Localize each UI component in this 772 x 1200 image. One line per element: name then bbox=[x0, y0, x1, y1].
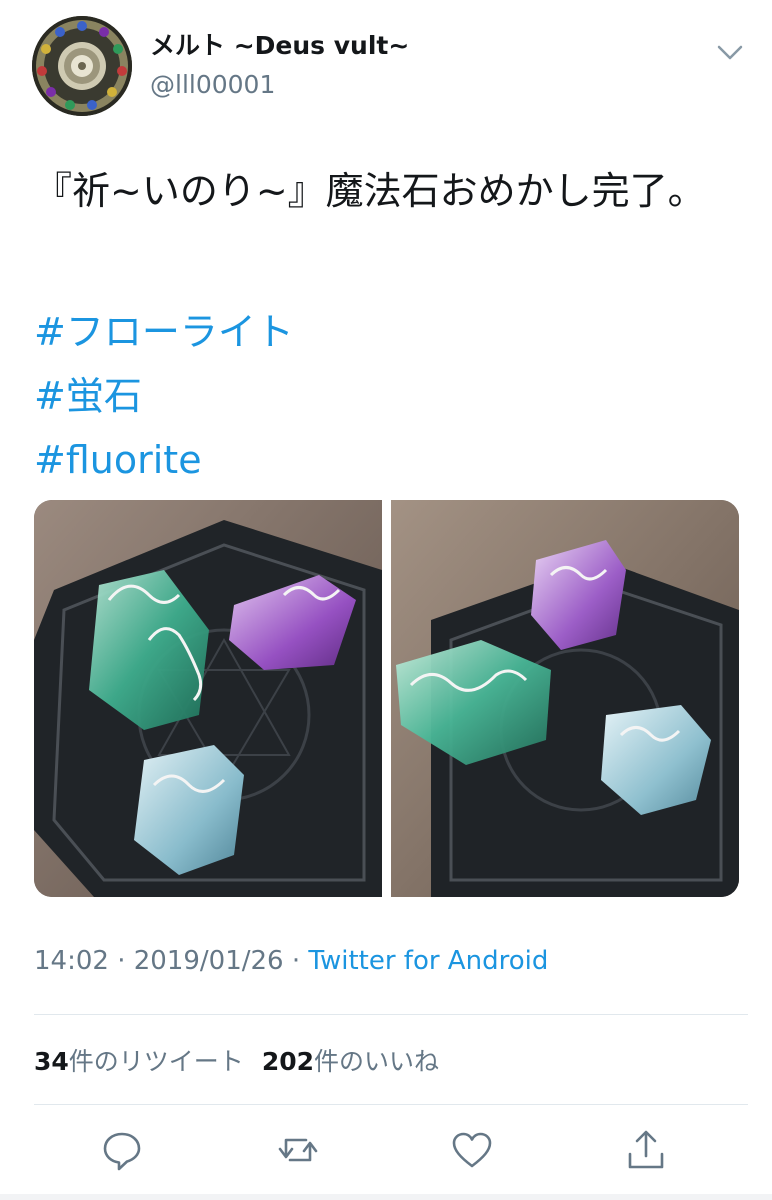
fluorite-crystals-photo-icon bbox=[34, 500, 382, 897]
tweet-date: 2019/01/26 bbox=[133, 946, 284, 976]
tweet-photo[interactable] bbox=[391, 500, 739, 897]
retweet-button[interactable] bbox=[276, 1128, 320, 1172]
retweets-count: 34 bbox=[34, 1047, 69, 1076]
tweet-source-link[interactable]: Twitter for Android bbox=[308, 946, 548, 976]
hashtag-link[interactable]: #fluorite bbox=[34, 428, 294, 492]
like-button[interactable] bbox=[450, 1128, 494, 1172]
author-display-name[interactable]: メルト ~Deus vult~ bbox=[150, 26, 409, 62]
tweet-photo[interactable] bbox=[34, 500, 382, 897]
divider bbox=[34, 1014, 748, 1015]
likes-label: 件のいいね bbox=[314, 1047, 440, 1076]
avatar[interactable] bbox=[32, 16, 132, 116]
retweet-icon bbox=[278, 1138, 318, 1162]
divider bbox=[34, 1104, 748, 1105]
likes-count: 202 bbox=[261, 1047, 314, 1076]
jeweled-medallion-icon bbox=[32, 16, 132, 116]
fluorite-crystals-photo-icon bbox=[391, 500, 739, 897]
tweet-header: メルト ~Deus vult~ @lll00001 bbox=[0, 0, 772, 130]
meta-separator: · bbox=[117, 946, 126, 976]
chevron-down-icon[interactable] bbox=[716, 42, 744, 64]
tweet-time: 14:02 bbox=[34, 946, 109, 976]
author-handle[interactable]: @lll00001 bbox=[150, 70, 275, 99]
bottom-bar bbox=[0, 1194, 772, 1200]
hashtag-list: #フローライト #蛍石 #fluorite bbox=[34, 300, 294, 492]
reply-button[interactable] bbox=[100, 1128, 144, 1172]
hashtag-link[interactable]: #蛍石 bbox=[34, 364, 294, 428]
meta-separator: · bbox=[291, 946, 301, 976]
tweet-text: 『祈~いのり~』魔法石おめかし完了。 bbox=[34, 169, 706, 213]
tweet-stats: 34件のリツイート 202件のいいね bbox=[34, 1042, 439, 1078]
retweets-stat[interactable]: 34件のリツイート bbox=[34, 1047, 244, 1076]
like-icon bbox=[452, 1132, 492, 1168]
retweets-label: 件のリツイート bbox=[68, 1047, 244, 1076]
share-icon bbox=[628, 1130, 664, 1169]
tweet-metadata: 14:02 · 2019/01/26 · Twitter for Android bbox=[34, 946, 548, 976]
likes-stat[interactable]: 202件のいいね bbox=[262, 1047, 439, 1076]
tweet-media bbox=[34, 500, 739, 897]
reply-icon bbox=[103, 1132, 141, 1171]
hashtag-link[interactable]: #フローライト bbox=[34, 300, 294, 364]
tweet-actions bbox=[0, 1122, 772, 1182]
share-button[interactable] bbox=[624, 1128, 668, 1172]
